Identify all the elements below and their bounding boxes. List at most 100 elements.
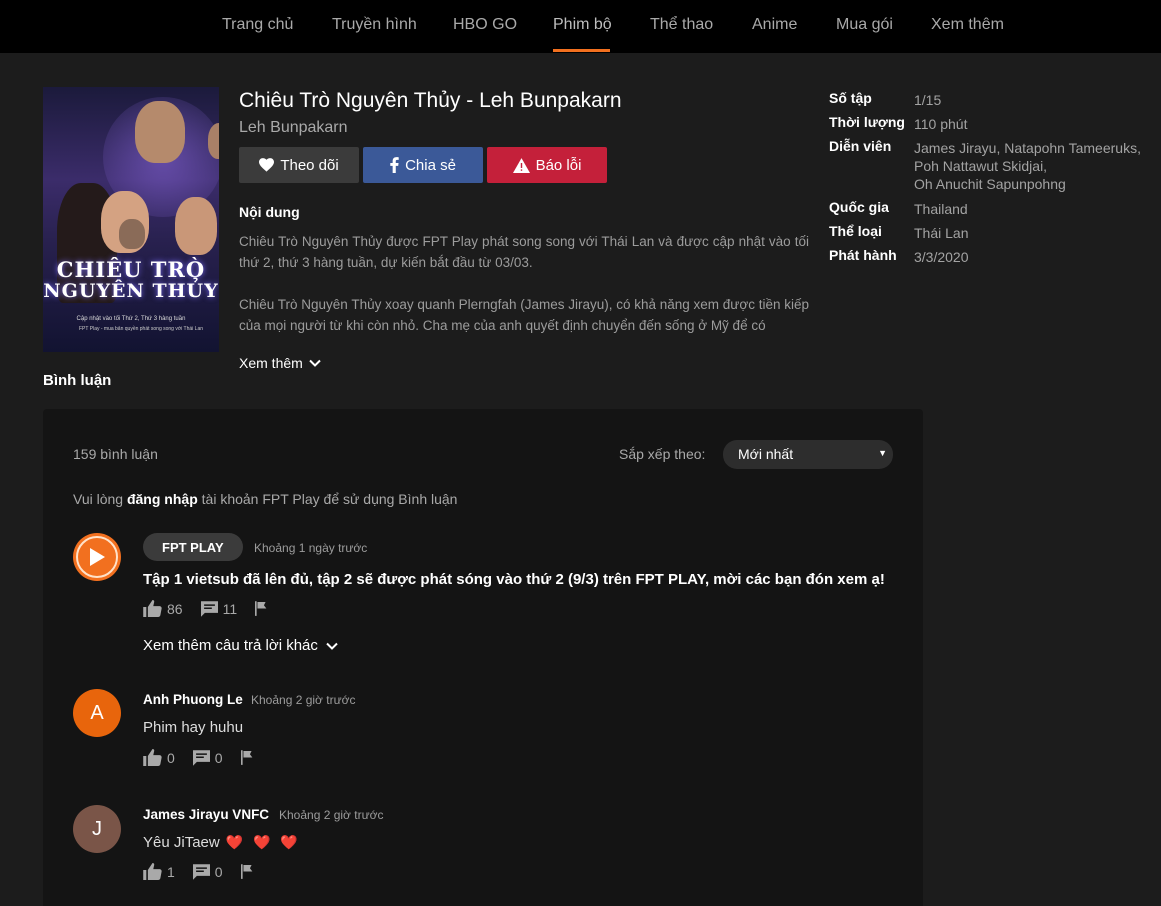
- report-comment-button[interactable]: [255, 601, 268, 616]
- nav-item-sports[interactable]: Thể thao: [650, 16, 713, 34]
- follow-button-label: Theo dõi: [280, 156, 339, 174]
- meta-label: Thời lượng: [829, 114, 905, 130]
- login-note-suffix: tài khoản FPT Play để sử dụng Bình luận: [201, 491, 458, 507]
- meta-value: 3/3/2020: [914, 249, 969, 265]
- heart-icon: [259, 158, 275, 172]
- comments-heading: Bình luận: [43, 372, 112, 389]
- caret-down-icon: ▼: [878, 448, 887, 458]
- poster-face: [135, 101, 185, 163]
- nav-item-series[interactable]: Phim bộ: [553, 16, 612, 34]
- movie-poster[interactable]: CHIÊU TRÒ NGUYÊN THỦY Cập nhật vào tối T…: [43, 87, 219, 352]
- report-comment-button[interactable]: [240, 864, 254, 879]
- poster-title-line1: CHIÊU TRÒ: [56, 257, 206, 282]
- nav-item-tv[interactable]: Truyền hình: [332, 16, 417, 34]
- login-note-prefix: Vui lòng: [73, 491, 124, 507]
- comment-text: Yêu JiTaew ❤️ ❤️ ❤️: [143, 834, 301, 851]
- meta-value: 110 phút: [914, 116, 968, 132]
- thumbs-up-icon: [143, 863, 162, 880]
- comments-panel: 159 bình luận Sắp xếp theo: Mới nhất ▼ V…: [43, 409, 923, 906]
- follow-button[interactable]: Theo dõi: [239, 147, 359, 183]
- report-button[interactable]: Báo lỗi: [487, 147, 607, 183]
- meta-value: Thailand: [914, 201, 968, 217]
- reply-button[interactable]: 0: [192, 749, 223, 766]
- reply-count: 11: [222, 600, 238, 617]
- cast-line: James Jirayu, Natapohn Tameeruks,: [914, 140, 1141, 156]
- comment-text: Phim hay huhu: [143, 719, 244, 736]
- more-replies-link[interactable]: Xem thêm câu trả lời khác: [143, 637, 338, 654]
- meta-country: Quốc gia Thailand: [829, 199, 1149, 223]
- sort-select[interactable]: Mới nhất ▼: [723, 440, 893, 469]
- content-paragraph: Chiêu Trò Nguyên Thủy được FPT Play phát…: [239, 234, 809, 270]
- like-count: 0: [167, 749, 175, 766]
- comment-icon: [192, 863, 210, 880]
- reply-button[interactable]: 11: [200, 600, 238, 617]
- poster-caption: Cập nhật vào tối Thứ 2, Thứ 3 hàng tuần: [76, 316, 186, 322]
- comment-count: 159 bình luận: [73, 446, 158, 462]
- share-button-label: Chia sẻ: [405, 156, 456, 174]
- reply-count: 0: [214, 863, 223, 880]
- chevron-down-icon: [326, 642, 338, 650]
- flag-icon: [240, 864, 252, 879]
- comment-actions: 0 0: [143, 749, 272, 766]
- play-icon: [76, 536, 118, 578]
- like-button[interactable]: 1: [143, 863, 175, 880]
- comment-time: Khoảng 2 giờ trước: [251, 693, 356, 707]
- nav-item-more[interactable]: Xem thêm: [931, 16, 1004, 34]
- heart-emoji: ❤️ ❤️ ❤️: [225, 834, 301, 850]
- movie-title: Chiêu Trò Nguyên Thủy - Leh Bunpakarn: [239, 89, 622, 112]
- nav-item-buy-package[interactable]: Mua gói: [836, 16, 893, 34]
- movie-meta: Số tập 1/15 Thời lượng 110 phút Diễn viê…: [829, 90, 1149, 271]
- meta-episodes: Số tập 1/15: [829, 90, 1149, 114]
- comment-text-body: Yêu JiTaew: [143, 834, 220, 851]
- like-button[interactable]: 86: [143, 600, 183, 617]
- like-count: 1: [167, 863, 175, 880]
- meta-value: James Jirayu, Natapohn Tameeruks, Poh Na…: [914, 138, 1149, 199]
- poster-face: [175, 197, 217, 255]
- login-note: Vui lòng đăng nhập tài khoản FPT Play để…: [73, 491, 457, 507]
- nav-item-anime[interactable]: Anime: [752, 16, 797, 34]
- share-button[interactable]: Chia sẻ: [363, 147, 483, 183]
- thumbs-up-icon: [143, 749, 162, 766]
- comment-icon: [192, 749, 210, 766]
- meta-value: Thái Lan: [914, 225, 969, 241]
- sort-select-value: Mới nhất: [738, 446, 794, 462]
- meta-genre: Thể loại Thái Lan: [829, 223, 1149, 247]
- comment-author[interactable]: Anh Phuong Le: [143, 692, 243, 707]
- poster-title-line2: NGUYÊN THỦY: [43, 280, 219, 302]
- top-nav: Trang chủ Truyền hình HBO GO Phim bộ Thể…: [0, 0, 1161, 53]
- thumbs-up-icon: [143, 600, 162, 617]
- meta-duration: Thời lượng 110 phút: [829, 114, 1149, 138]
- meta-label: Phát hành: [829, 247, 897, 263]
- comment-icon: [200, 600, 218, 617]
- meta-label: Thể loại: [829, 223, 882, 239]
- nav-item-hbo-go[interactable]: HBO GO: [453, 16, 517, 34]
- comment-author[interactable]: James Jirayu VNFC: [143, 807, 269, 822]
- poster-face: [119, 219, 145, 249]
- content-heading: Nội dung: [239, 204, 300, 220]
- comment-text: Tập 1 vietsub đã lên đủ, tập 2 sẽ được p…: [143, 571, 885, 588]
- comment-actions: 86 11: [143, 600, 286, 617]
- comment-actions: 1 0: [143, 863, 272, 880]
- content-paragraph: Chiêu Trò Nguyên Thủy xoay quanh Plerngf…: [239, 297, 809, 333]
- login-link[interactable]: đăng nhập: [127, 491, 198, 507]
- facebook-icon: [390, 157, 399, 173]
- like-button[interactable]: 0: [143, 749, 175, 766]
- reply-button[interactable]: 0: [192, 863, 223, 880]
- comment-author-badge[interactable]: FPT PLAY: [143, 533, 243, 561]
- reply-count: 0: [214, 749, 223, 766]
- chevron-down-icon: [309, 359, 321, 367]
- avatar: A: [73, 689, 121, 737]
- meta-label: Diễn viên: [829, 138, 892, 154]
- flag-icon: [255, 601, 267, 616]
- like-count: 86: [167, 600, 183, 617]
- report-button-label: Báo lỗi: [535, 156, 582, 174]
- content-more-link[interactable]: Xem thêm: [239, 355, 321, 371]
- report-comment-button[interactable]: [240, 750, 254, 765]
- nav-item-home[interactable]: Trang chủ: [222, 16, 293, 34]
- cast-line: Oh Anuchit Sapunpohng: [914, 176, 1066, 192]
- meta-cast: Diễn viên James Jirayu, Natapohn Tameeru…: [829, 138, 1149, 199]
- cast-line: Poh Nattawut Skidjai,: [914, 158, 1048, 174]
- flag-icon: [240, 750, 252, 765]
- nav-active-indicator: [553, 49, 610, 52]
- movie-original-title: Leh Bunpakarn: [239, 119, 348, 136]
